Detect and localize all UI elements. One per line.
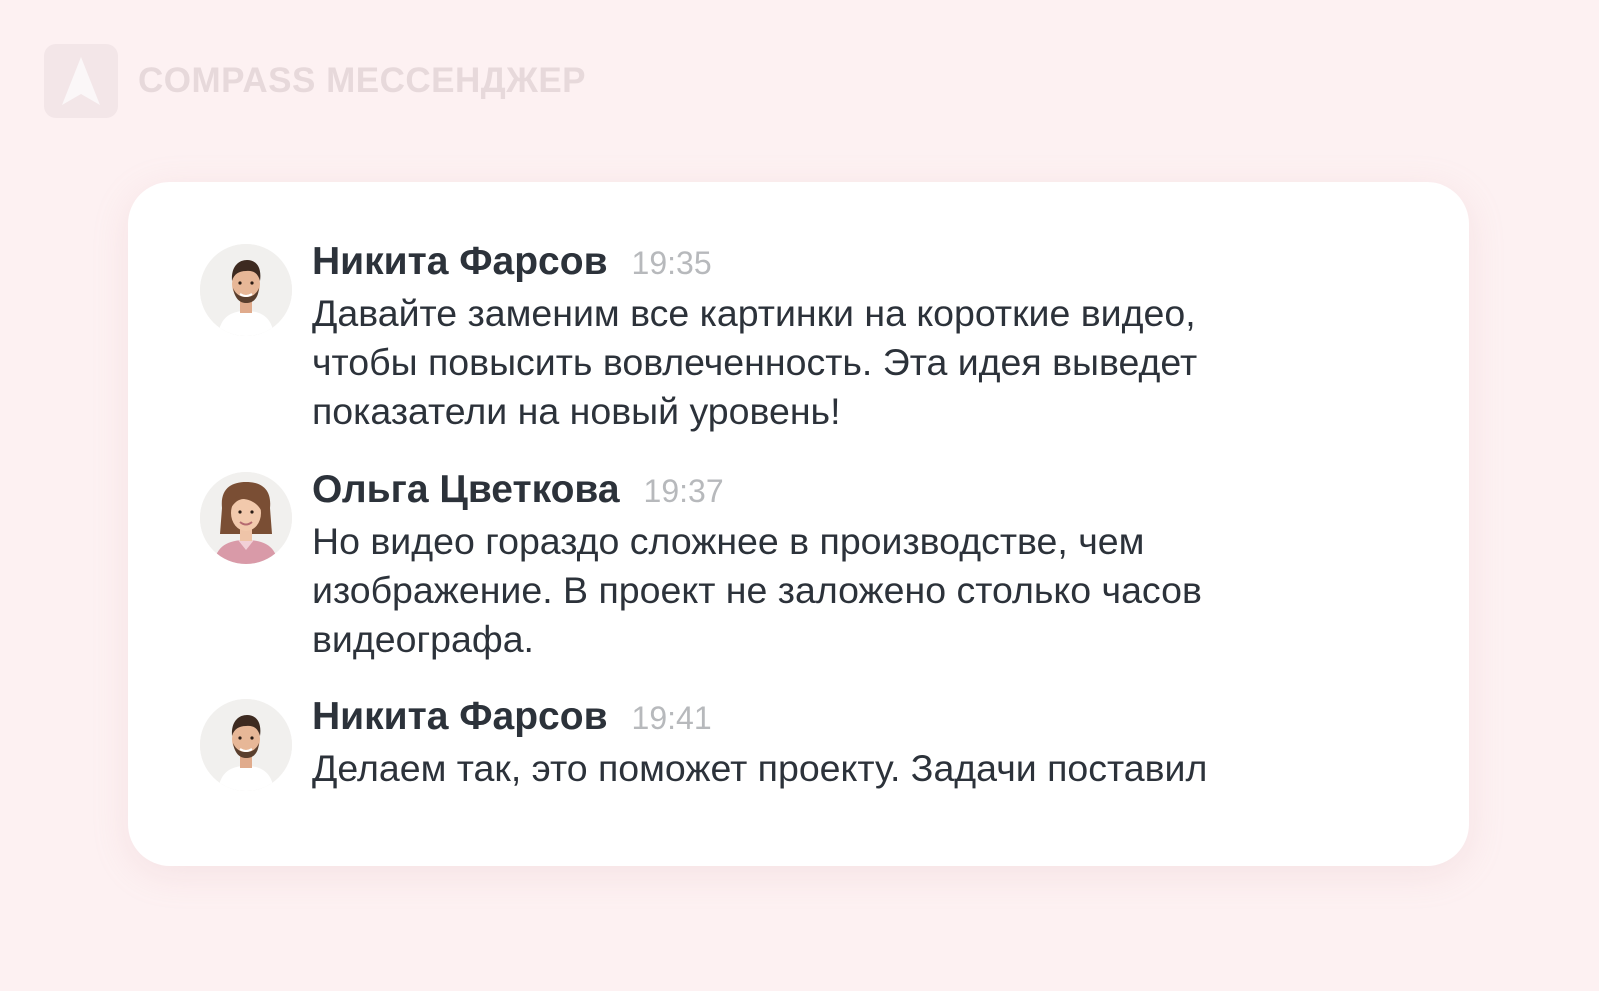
compass-logo-icon	[44, 44, 118, 118]
brand-name: COMPASS МЕССЕНДЖЕР	[138, 61, 587, 100]
message-time: 19:41	[631, 700, 712, 736]
author-name[interactable]: Ольга Цветкова	[312, 468, 620, 512]
message-text: Делаем так, это поможет проекту. Задачи …	[312, 747, 1208, 789]
woman-avatar-icon[interactable]	[200, 472, 292, 564]
message-text: Но видео гораздо сложнее в производстве,…	[312, 520, 1202, 660]
message-time: 19:37	[643, 473, 724, 509]
author-name[interactable]: Никита Фарсов	[312, 695, 608, 739]
message-text: Давайте заменим все картинки на короткие…	[312, 292, 1198, 432]
message: Ольга Цветкова 19:37 Но видео гораздо сл…	[200, 468, 1202, 664]
chat-card: Никита Фарсов 19:35 Давайте заменим все …	[128, 182, 1469, 866]
man-avatar-icon[interactable]	[200, 244, 292, 336]
brand-header: COMPASS МЕССЕНДЖЕР	[44, 44, 586, 118]
message-time: 19:35	[631, 245, 712, 281]
man-avatar-icon[interactable]	[200, 699, 292, 791]
message: Никита Фарсов 19:41 Делаем так, это помо…	[200, 695, 1208, 793]
author-name[interactable]: Никита Фарсов	[312, 240, 608, 284]
message: Никита Фарсов 19:35 Давайте заменим все …	[200, 240, 1198, 436]
